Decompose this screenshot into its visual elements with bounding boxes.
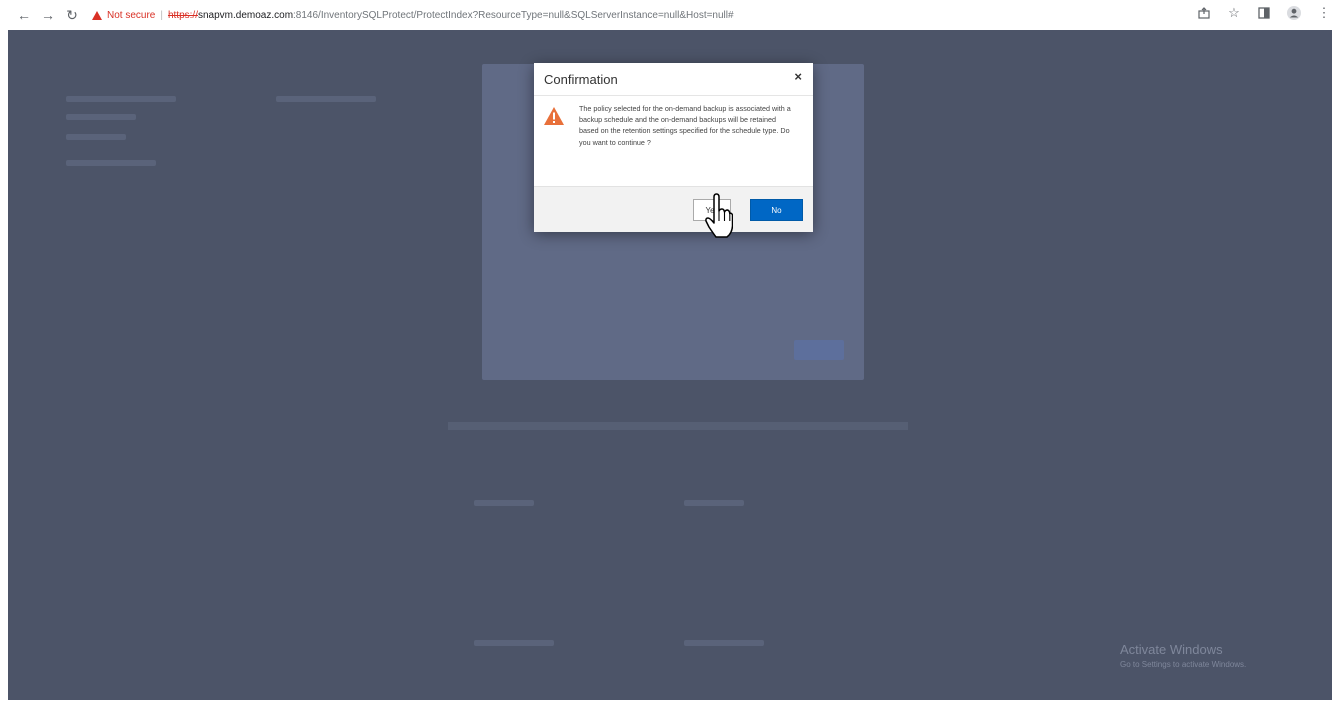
warning-triangle-icon [544, 107, 564, 125]
watermark-title: Activate Windows [1120, 642, 1223, 657]
dialog-header: Confirmation × [534, 63, 813, 96]
no-button[interactable]: No [750, 199, 803, 221]
back-arrow-icon[interactable]: ← [14, 5, 34, 25]
background-button [794, 340, 844, 360]
close-icon[interactable]: × [794, 69, 802, 84]
blurred-text [66, 114, 136, 120]
url-host: snapvm.demoaz.com [197, 9, 294, 21]
blurred-text [448, 422, 908, 430]
watermark-subtitle: Go to Settings to activate Windows. [1120, 660, 1247, 669]
blurred-text [684, 640, 764, 646]
confirmation-dialog: Confirmation × The policy selected for t… [534, 63, 813, 232]
blurred-text [684, 500, 744, 506]
blurred-text [276, 96, 376, 102]
hand-cursor-icon [705, 193, 733, 238]
browser-actions: ☆ ⋮ [1196, 5, 1332, 21]
blurred-text [66, 134, 126, 140]
side-panel-icon[interactable] [1256, 5, 1272, 21]
profile-icon[interactable] [1286, 5, 1302, 21]
browser-toolbar: ← → ↻ Not secure | https:// snapvm.demoa… [0, 0, 1340, 30]
star-icon[interactable]: ☆ [1226, 5, 1242, 21]
url-path: :8146/InventorySQLProtect/ProtectIndex?R… [293, 9, 734, 21]
address-bar[interactable]: Not secure | https:// snapvm.demoaz.com … [92, 10, 734, 21]
share-icon[interactable] [1196, 5, 1212, 21]
warning-icon [92, 10, 102, 20]
blurred-text [474, 640, 554, 646]
dialog-body: The policy selected for the on-demand ba… [534, 96, 813, 186]
reload-icon[interactable]: ↻ [62, 5, 82, 25]
address-separator: | [160, 9, 163, 21]
menu-dots-icon[interactable]: ⋮ [1316, 5, 1332, 21]
url-scheme: https:// [167, 9, 198, 21]
security-label: Not secure [107, 9, 156, 21]
dialog-message: The policy selected for the on-demand ba… [579, 104, 791, 147]
blurred-text [66, 96, 176, 102]
blurred-text [474, 500, 534, 506]
forward-arrow-icon[interactable]: → [38, 5, 58, 25]
activate-windows-watermark: Activate Windows Go to Settings to activ… [1120, 642, 1246, 669]
blurred-text [66, 160, 156, 166]
dialog-footer: Yes No [534, 186, 813, 232]
dialog-title: Confirmation [544, 72, 618, 87]
